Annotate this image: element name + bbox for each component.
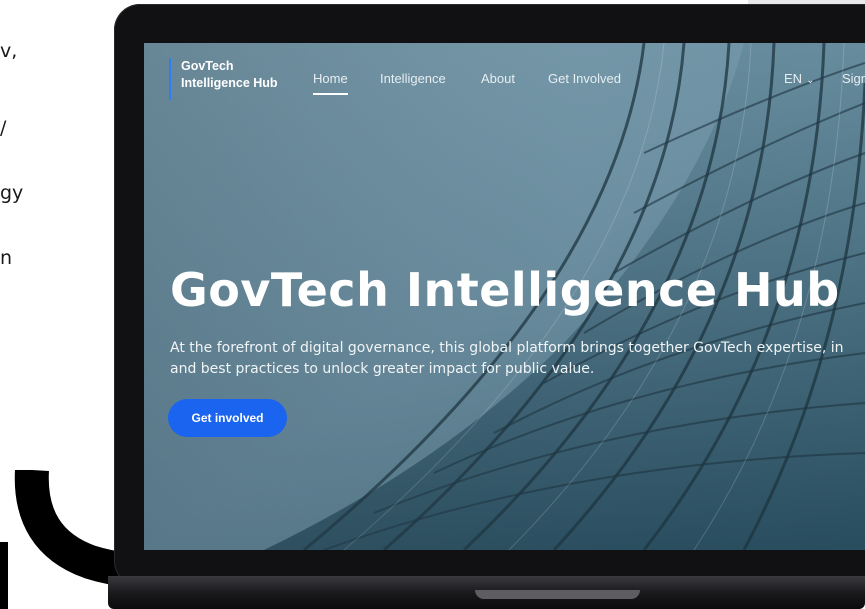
- active-nav-underline: [313, 93, 348, 95]
- nav-item-get-involved[interactable]: Get Involved: [548, 71, 621, 86]
- brand-line: GovTech: [181, 59, 234, 73]
- sign-in-link[interactable]: Sign: [842, 71, 865, 86]
- left-text-line: gy: [0, 182, 24, 204]
- left-copy-text: v, / gy n: [0, 0, 60, 330]
- language-label: EN: [784, 71, 803, 86]
- language-selector[interactable]: EN ⌄: [784, 71, 814, 86]
- brand-logo[interactable]: GovTech Intelligence Hub: [169, 58, 278, 100]
- nav-item-home[interactable]: Home: [313, 71, 348, 86]
- nav-item-intelligence[interactable]: Intelligence: [380, 71, 446, 86]
- laptop-notch: [475, 590, 640, 599]
- get-involved-button[interactable]: Get involved: [168, 399, 287, 437]
- hero-description: At the forefront of digital governance, …: [170, 338, 865, 380]
- left-text-line: v,: [0, 40, 18, 62]
- hero-description-line: At the forefront of digital governance, …: [170, 340, 844, 356]
- hero-description-line: and best practices to unlock greater imp…: [170, 361, 595, 377]
- left-text-line: /: [0, 117, 7, 139]
- left-text-line: n: [0, 247, 13, 269]
- nav-item-about[interactable]: About: [481, 71, 515, 86]
- brand-line: Intelligence Hub: [181, 76, 278, 90]
- hero-title: GovTech Intelligence Hub: [170, 263, 840, 317]
- chevron-down-icon: ⌄: [806, 75, 815, 86]
